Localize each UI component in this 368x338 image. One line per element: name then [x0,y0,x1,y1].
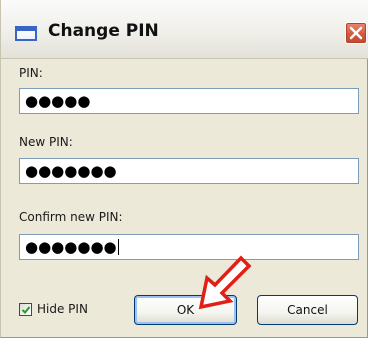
checkmark-icon [21,306,31,314]
pin-field[interactable]: ●●●●● [19,88,359,114]
change-pin-dialog: Change PIN PIN: ●●●●● New PIN: ●●●●●●● C… [0,0,368,338]
confirm-pin-value: ●●●●●●● [25,238,117,256]
confirm-pin-label: Confirm new PIN: [19,210,123,224]
title-bar[interactable]: Change PIN [1,0,368,59]
close-button[interactable] [345,22,367,44]
pin-value: ●●●●● [25,92,91,110]
pin-label: PIN: [19,66,43,80]
new-pin-value: ●●●●●●● [25,162,117,180]
hide-pin-checkbox[interactable] [19,303,32,316]
hide-pin-label[interactable]: Hide PIN [37,302,88,316]
window-title: Change PIN [48,21,159,41]
confirm-pin-value-wrap: ●●●●●●● [25,238,119,256]
window-icon [15,26,37,41]
new-pin-field[interactable]: ●●●●●●● [19,158,359,184]
close-icon [349,26,363,40]
ok-button[interactable]: OK [134,295,237,325]
text-caret [117,239,119,255]
cancel-button[interactable]: Cancel [257,295,358,325]
new-pin-label: New PIN: [19,135,73,149]
confirm-pin-field[interactable]: ●●●●●●● [19,234,359,260]
